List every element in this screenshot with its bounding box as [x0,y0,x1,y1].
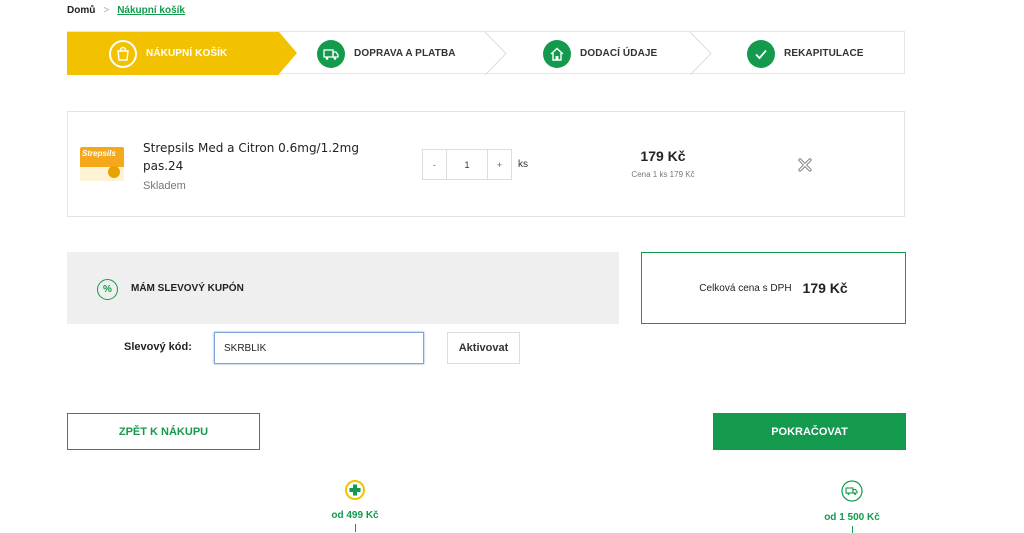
step-divider [485,32,507,75]
house-icon [543,39,571,68]
benefit-pharmacy: od 499 Kč [310,480,400,532]
breadcrumb-home-link[interactable]: Domů [67,5,95,16]
breadcrumb: Domů > Nákupní košík [67,5,185,16]
step-shipping[interactable]: DOPRAVA A PLATBA [317,32,456,75]
step-shipping-label: DOPRAVA A PLATBA [354,48,456,59]
product-brand: Strepsils [82,149,116,158]
item-price: 179 Kč [640,148,686,164]
coupon-code-label: Slevový kód: [124,341,192,353]
back-to-shopping-button[interactable]: ZPĚT K NÁKUPU [67,413,260,450]
stock-status: Skladem [143,180,186,192]
check-icon [747,39,775,68]
breadcrumb-current-link[interactable]: Nákupní košík [117,5,185,16]
shopping-bag-icon [109,39,137,68]
quantity-increase-button[interactable]: + [487,149,512,180]
benefit-delivery-text: od 1 500 Kč [824,512,880,523]
quantity-input[interactable]: 1 [447,149,487,180]
product-name[interactable]: Strepsils Med a Citron 0.6mg/1.2mg pas.2… [143,139,383,175]
total-label: Celková cena s DPH [699,282,792,294]
total-value: 179 Kč [802,280,848,296]
step-cart[interactable]: NÁKUPNÍ KOŠÍK [67,32,297,75]
cart-item: Strepsils Strepsils Med a Citron 0.6mg/1… [67,111,905,217]
step-delivery-details-label: DODACÍ ÚDAJE [580,48,658,59]
step-divider [690,32,712,75]
activate-coupon-button[interactable]: Aktivovat [447,332,520,364]
benefit-delivery: od 1 500 Kč [807,480,897,533]
coupon-code-input[interactable] [214,332,424,364]
step-delivery-details[interactable]: DODACÍ ÚDAJE [543,32,657,75]
truck-icon [317,39,345,68]
item-unit-price: Cena 1 ks 179 Kč [631,170,695,179]
breadcrumb-separator: > [103,5,110,16]
step-summary[interactable]: REKAPITULACE [747,32,864,75]
total-box: Celková cena s DPH 179 Kč [641,252,906,324]
step-summary-label: REKAPITULACE [784,48,864,59]
remove-item-icon[interactable] [797,157,813,173]
benefit-pharmacy-text: od 499 Kč [331,510,379,521]
coupon-title: MÁM SLEVOVÝ KUPÓN [131,283,244,294]
delivery-truck-icon [841,480,863,502]
quantity-decrease-button[interactable]: - [422,149,447,180]
continue-button[interactable]: POKRAČOVAT [713,413,906,450]
checkout-steps: NÁKUPNÍ KOŠÍK DOPRAVA A PLATBA DODACÍ ÚD… [67,31,905,75]
quantity-unit: ks [518,159,528,170]
coupon-toggle[interactable]: % MÁM SLEVOVÝ KUPÓN [67,252,619,324]
quantity-stepper: - 1 + [422,149,512,180]
product-image[interactable]: Strepsils [80,147,124,181]
percent-icon: % [97,279,118,300]
pharmacy-cross-icon [345,480,365,500]
step-cart-label: NÁKUPNÍ KOŠÍK [146,48,228,59]
